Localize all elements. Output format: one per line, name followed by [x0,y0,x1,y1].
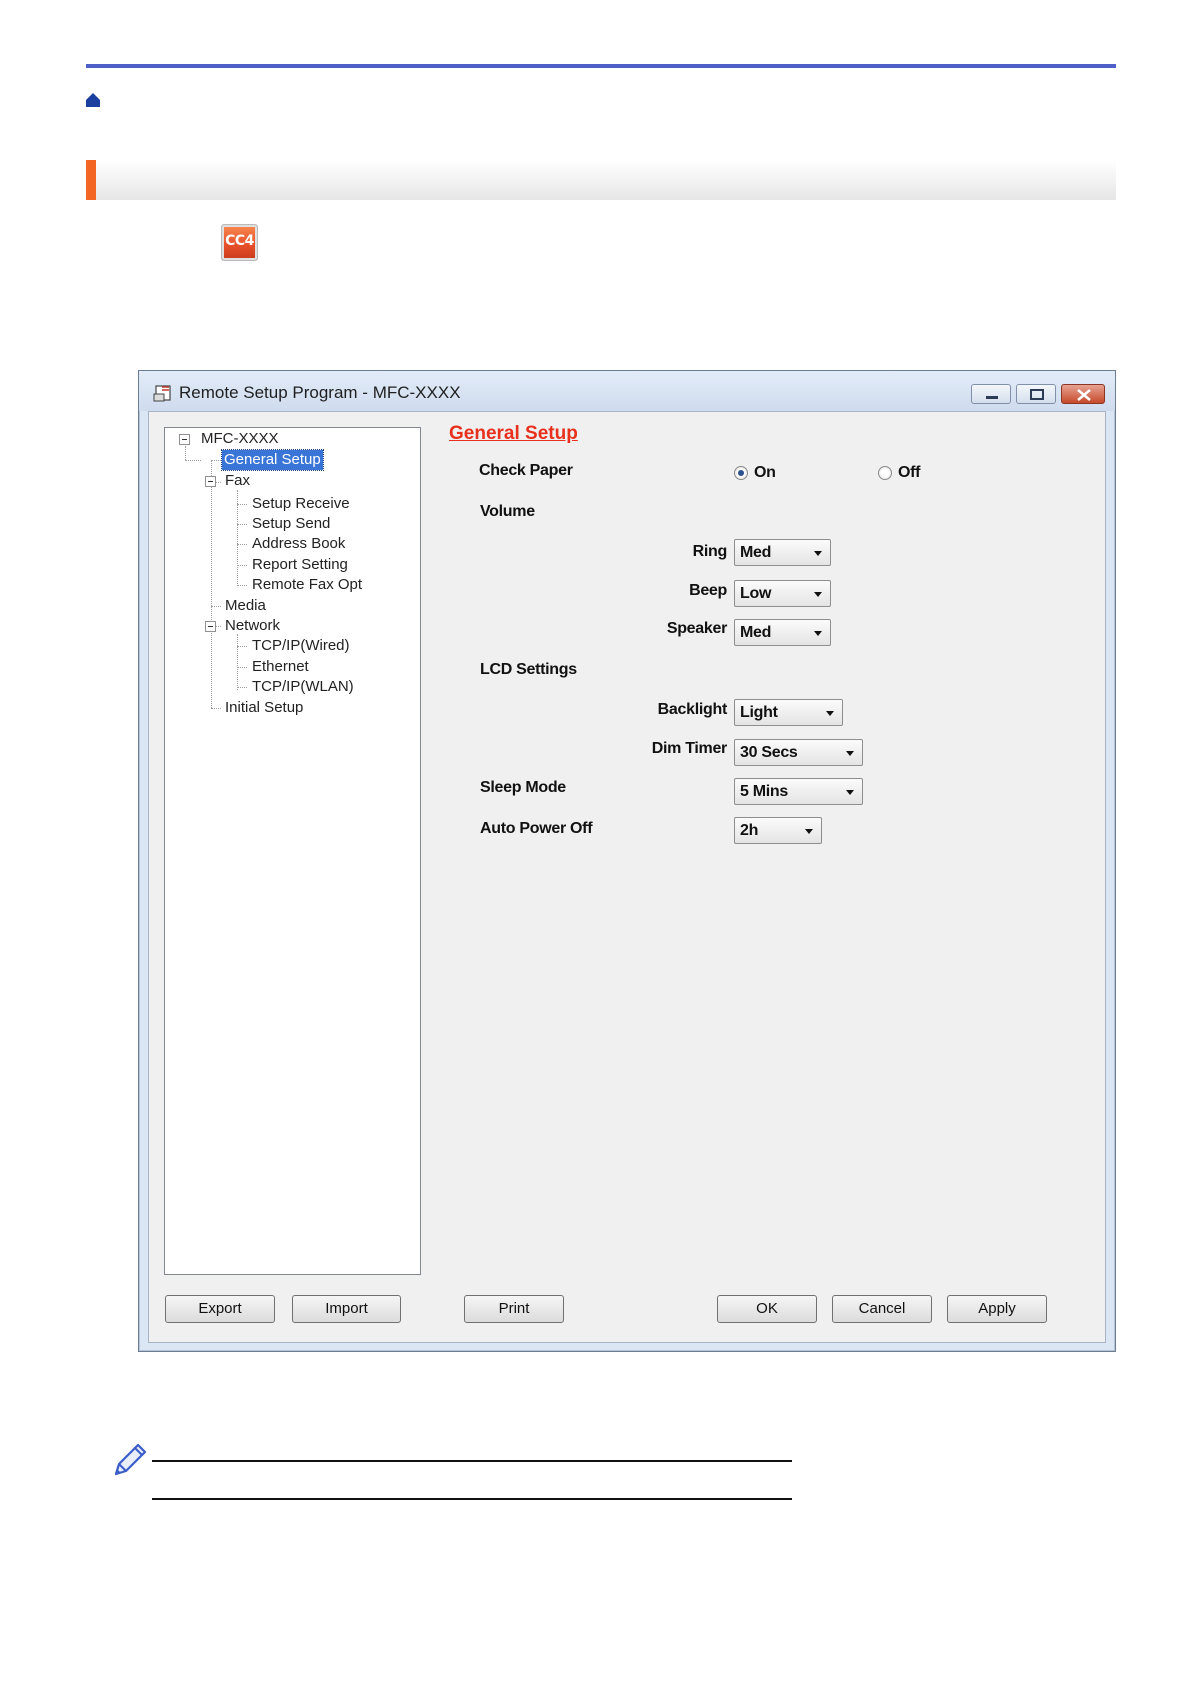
minimize-button[interactable] [971,384,1011,404]
settings-tree[interactable]: MFC-XXXX General Setup Fax Setup Receive… [164,427,421,1275]
chevron-down-icon [826,711,834,716]
export-button[interactable]: Export [165,1295,275,1323]
tree-line [237,524,247,525]
check-paper-off-label[interactable]: Off [898,464,921,482]
tree-line [211,460,221,461]
tree-item-address-book[interactable]: Address Book [252,534,345,554]
backlight-label: Backlight [657,701,728,718]
chevron-down-icon [846,790,854,795]
home-icon[interactable] [85,92,101,108]
chevron-down-icon [814,592,822,597]
tree-line [211,460,212,708]
section-header-bar [86,160,1116,200]
beep-label: Beep [689,582,727,599]
apply-button[interactable]: Apply [947,1295,1047,1323]
note-bottom-rule [152,1498,792,1500]
note-top-rule [152,1460,792,1462]
print-button[interactable]: Print [464,1295,564,1323]
speaker-select-value: Med [740,624,772,641]
ring-select-value: Med [740,544,772,561]
check-paper-on-radio[interactable] [734,466,748,480]
dialog-title: Remote Setup Program - MFC-XXXX [179,383,461,402]
chevron-down-icon [814,631,822,636]
chevron-down-icon [805,829,813,834]
cancel-button[interactable]: Cancel [832,1295,932,1323]
tree-collapse-icon[interactable] [179,434,190,445]
remote-setup-dialog: Remote Setup Program - MFC-XXXX MFC-XXXX… [138,370,1116,1352]
tree-item-setup-send[interactable]: Setup Send [252,514,330,534]
close-button[interactable] [1061,384,1105,404]
check-paper-off-radio[interactable] [878,466,892,480]
app-icon-text: CC4 [225,233,254,249]
tree-line [237,667,247,668]
tree-item-fax[interactable]: Fax [225,471,250,491]
tree-line [185,446,186,460]
dialog-titlebar[interactable]: Remote Setup Program - MFC-XXXX [139,371,1115,411]
tree-collapse-icon[interactable] [205,621,216,632]
auto-power-off-select-value: 2h [740,822,759,839]
tree-item-initial-setup[interactable]: Initial Setup [225,698,303,718]
sleep-mode-select-value: 5 Mins [740,783,788,800]
tree-line [185,460,201,461]
tree-item-remote-fax-opt[interactable]: Remote Fax Opt [252,575,362,595]
tree-line [211,708,221,709]
close-icon [1077,389,1091,401]
tree-item-ethernet[interactable]: Ethernet [252,657,309,677]
ok-button[interactable]: OK [717,1295,817,1323]
sleep-mode-label: Sleep Mode [480,779,566,796]
beep-select-value: Low [740,585,772,602]
maximize-button[interactable] [1016,384,1056,404]
controlcenter-app-icon: CC4 [221,224,258,261]
tree-line [237,687,247,688]
tree-collapse-icon[interactable] [205,476,216,487]
check-paper-label: Check Paper [479,462,573,479]
remote-setup-icon [153,385,171,402]
tree-line [237,646,247,647]
speaker-label: Speaker [666,620,727,637]
tree-item-report-setting[interactable]: Report Setting [252,555,348,575]
tree-item-root[interactable]: MFC-XXXX [201,429,279,449]
tree-item-general-setup[interactable]: General Setup [221,449,324,471]
panel-title: General Setup [449,423,578,444]
chevron-down-icon [846,751,854,756]
tree-item-media[interactable]: Media [225,596,266,616]
tree-item-tcpip-wlan[interactable]: TCP/IP(WLAN) [252,677,354,697]
minimize-icon [986,396,998,399]
auto-power-off-select[interactable]: 2h [734,817,822,844]
dim-timer-select-value: 30 Secs [740,744,798,761]
tree-line [237,544,247,545]
tree-line [237,585,247,586]
sleep-mode-select[interactable]: 5 Mins [734,778,863,805]
tree-line [237,634,238,690]
tree-item-tcpip-wired[interactable]: TCP/IP(Wired) [252,636,350,656]
tree-line [237,504,247,505]
maximize-icon [1030,389,1044,400]
tree-line [237,565,247,566]
import-button[interactable]: Import [292,1295,401,1323]
lcd-settings-label: LCD Settings [480,661,577,678]
pencil-note-icon [114,1443,147,1476]
dim-timer-select[interactable]: 30 Secs [734,739,863,766]
tree-line [211,606,221,607]
tree-item-network[interactable]: Network [225,616,280,636]
dialog-client-area: MFC-XXXX General Setup Fax Setup Receive… [148,411,1106,1343]
top-rule [86,64,1116,68]
backlight-select[interactable]: Light [734,699,843,726]
backlight-select-value: Light [740,704,778,721]
speaker-select[interactable]: Med [734,619,831,646]
dim-timer-label: Dim Timer [651,740,728,757]
auto-power-off-label: Auto Power Off [480,820,593,837]
tree-item-setup-receive[interactable]: Setup Receive [252,494,350,514]
ring-label: Ring [692,543,728,560]
chevron-down-icon [814,551,822,556]
ring-select[interactable]: Med [734,539,831,566]
check-paper-on-label[interactable]: On [754,464,776,482]
beep-select[interactable]: Low [734,580,831,607]
volume-label: Volume [480,503,535,520]
section-accent [86,160,96,200]
